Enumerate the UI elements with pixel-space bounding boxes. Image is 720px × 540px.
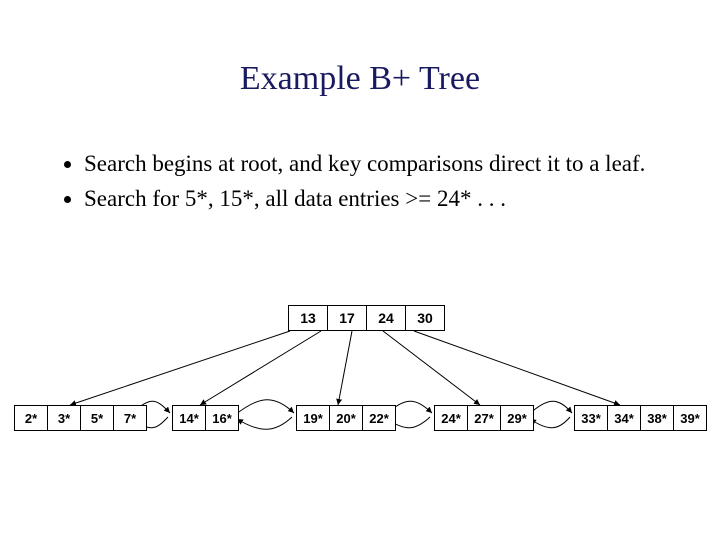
leaf-entry: 20* (330, 406, 363, 430)
leaf-node: 24* 27* 29* (434, 405, 534, 431)
bullet-item: Search begins at root, and key compariso… (84, 150, 682, 179)
leaf-entry: 24* (435, 406, 468, 430)
leaf-entry: 34* (608, 406, 641, 430)
leaf-node: 33* 34* 38* 39* (574, 405, 707, 431)
leaf-entry: 22* (363, 406, 395, 430)
leaf-entry: 39* (674, 406, 706, 430)
root-key: 30 (406, 306, 444, 330)
root-key: 13 (289, 306, 328, 330)
root-key: 24 (367, 306, 406, 330)
leaf-node: 19* 20* 22* (296, 405, 396, 431)
leaf-entry: 2* (15, 406, 48, 430)
leaf-entry: 19* (297, 406, 330, 430)
root-key: 17 (328, 306, 367, 330)
leaf-entry: 3* (48, 406, 81, 430)
bullet-item: Search for 5*, 15*, all data entries >= … (84, 185, 682, 214)
slide-title: Example B+ Tree (0, 60, 720, 98)
root-node: 13 17 24 30 (288, 305, 445, 331)
leaf-entry: 7* (114, 406, 146, 430)
leaf-entry: 33* (575, 406, 608, 430)
bplus-tree-diagram: 13 17 24 30 2* 3* 5* 7* 14* 16* 19* 20* … (0, 305, 720, 455)
leaf-entry: 5* (81, 406, 114, 430)
leaf-entry: 27* (468, 406, 501, 430)
bullet-list: Search begins at root, and key compariso… (62, 150, 682, 220)
leaf-node: 14* 16* (172, 405, 239, 431)
leaf-node: 2* 3* 5* 7* (14, 405, 147, 431)
leaf-entry: 14* (173, 406, 206, 430)
leaf-entry: 38* (641, 406, 674, 430)
leaf-entry: 16* (206, 406, 238, 430)
leaf-entry: 29* (501, 406, 533, 430)
